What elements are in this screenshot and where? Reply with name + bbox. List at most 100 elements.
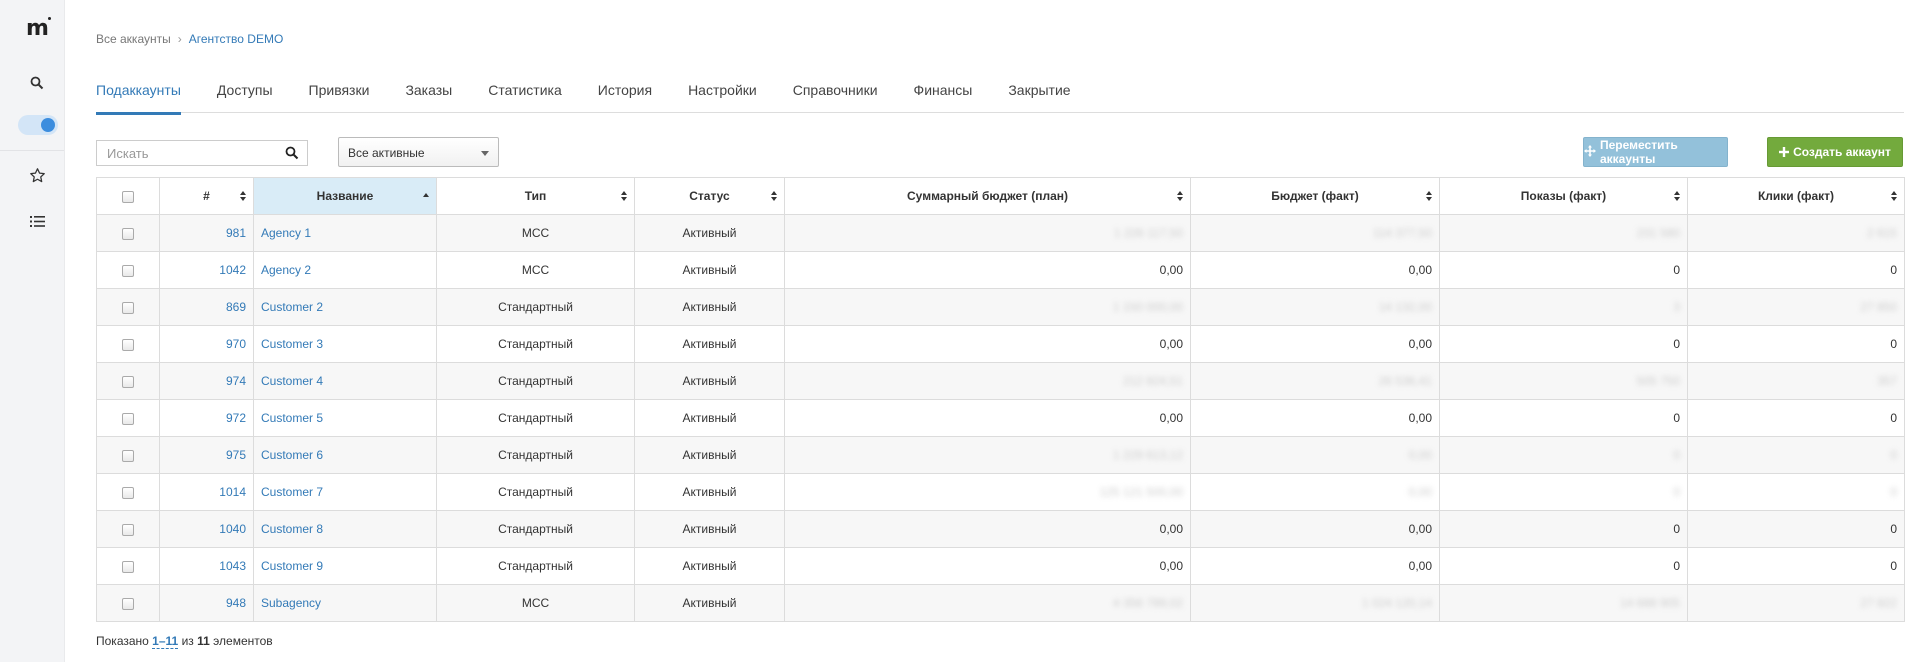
account-name-link[interactable]: Subagency — [261, 596, 321, 610]
table-row: 1040 Customer 8 Стандартный Активный 0,0… — [96, 510, 1905, 548]
budget-fact-cell: 0,00 — [1190, 473, 1440, 511]
budget-fact-value: 114 377,50 — [1372, 226, 1432, 240]
table-row: 972 Customer 5 Стандартный Активный 0,00… — [96, 399, 1905, 437]
row-checkbox[interactable] — [122, 449, 134, 462]
clicks-value: 27 822 — [1860, 596, 1897, 610]
account-id-link[interactable]: 981 — [226, 226, 246, 240]
header-status[interactable]: Статус — [634, 177, 785, 215]
clicks-value: 0 — [1890, 448, 1897, 462]
tab-statistics[interactable]: Статистика — [488, 82, 562, 113]
account-id-link[interactable]: 1042 — [219, 263, 246, 277]
budget-plan-value: 212 824,51 — [1122, 374, 1183, 388]
budget-plan-value: 1 226 117,50 — [1113, 226, 1183, 240]
budget-plan-cell: 0,00 — [784, 399, 1191, 437]
header-budget-plan[interactable]: Суммарный бюджет (план) — [784, 177, 1191, 215]
header-impressions[interactable]: Показы (факт) — [1439, 177, 1688, 215]
status-cell: Активный — [634, 436, 785, 474]
tab-references[interactable]: Справочники — [793, 82, 878, 113]
tab-settings[interactable]: Настройки — [688, 82, 757, 113]
account-name-link[interactable]: Customer 8 — [261, 522, 323, 536]
sort-icon — [1177, 191, 1183, 201]
type-cell: Стандартный — [436, 399, 635, 437]
row-checkbox[interactable] — [122, 338, 134, 351]
impressions-cell: 3 — [1439, 288, 1688, 326]
row-checkbox[interactable] — [122, 597, 134, 610]
type-cell: Стандартный — [436, 510, 635, 548]
account-id-link[interactable]: 974 — [226, 374, 246, 388]
search-input[interactable] — [97, 141, 277, 165]
status-filter-select[interactable]: Все активные — [338, 137, 499, 167]
budget-plan-value: 1 150 000,00 — [1112, 300, 1183, 314]
account-name-link[interactable]: Customer 6 — [261, 448, 323, 462]
header-name[interactable]: Название — [253, 177, 437, 215]
breadcrumb-all-accounts[interactable]: Все аккаунты — [96, 32, 171, 46]
account-name-link[interactable]: Customer 3 — [261, 337, 323, 351]
row-checkbox[interactable] — [122, 375, 134, 388]
account-id-link[interactable]: 975 — [226, 448, 246, 462]
header-clicks[interactable]: Клики (факт) — [1687, 177, 1905, 215]
impressions-cell: 231 580 — [1439, 214, 1688, 252]
tab-orders[interactable]: Заказы — [405, 82, 452, 113]
breadcrumb-current[interactable]: Агентство DEMO — [189, 32, 284, 46]
impressions-cell: 0 — [1439, 399, 1688, 437]
tab-closing[interactable]: Закрытие — [1008, 82, 1070, 113]
star-icon[interactable] — [28, 166, 46, 184]
impressions-cell: 505 750 — [1439, 362, 1688, 400]
account-name-link[interactable]: Customer 4 — [261, 374, 323, 388]
row-checkbox[interactable] — [122, 486, 134, 499]
summary-range[interactable]: 1–11 — [152, 634, 179, 649]
account-name-link[interactable]: Customer 2 — [261, 300, 323, 314]
toggle-knob — [41, 118, 55, 132]
account-id-link[interactable]: 869 — [226, 300, 246, 314]
impressions-value: 14 688 905 — [1619, 596, 1680, 610]
tab-bindings[interactable]: Привязки — [309, 82, 370, 113]
row-checkbox[interactable] — [122, 264, 134, 277]
move-accounts-button[interactable]: Переместить аккаунты — [1583, 137, 1728, 167]
account-id-link[interactable]: 970 — [226, 337, 246, 351]
tab-bar: Подаккаунты Доступы Привязки Заказы Стат… — [96, 82, 1904, 115]
name-cell: Customer 4 — [253, 362, 437, 400]
create-account-button[interactable]: Создать аккаунт — [1767, 137, 1903, 167]
sidebar-toggle-switch[interactable] — [18, 115, 58, 135]
account-id-link[interactable]: 1040 — [219, 522, 246, 536]
row-checkbox[interactable] — [122, 227, 134, 240]
list-icon[interactable] — [28, 212, 46, 230]
account-name-link[interactable]: Customer 5 — [261, 411, 323, 425]
tab-access[interactable]: Доступы — [217, 82, 273, 113]
summary-total: 11 — [197, 634, 210, 648]
budget-plan-cell: 4 356 789,02 — [784, 584, 1191, 622]
header-type[interactable]: Тип — [436, 177, 635, 215]
row-checkbox[interactable] — [122, 301, 134, 314]
account-id-link[interactable]: 972 — [226, 411, 246, 425]
budget-fact-cell: 0,00 — [1190, 325, 1440, 363]
account-name-link[interactable]: Agency 2 — [261, 263, 311, 277]
search-icon[interactable] — [28, 74, 46, 92]
status-cell: Активный — [634, 584, 785, 622]
account-id-link[interactable]: 1043 — [219, 559, 246, 573]
budget-plan-cell: 212 824,51 — [784, 362, 1191, 400]
header-id[interactable]: # — [159, 177, 254, 215]
tab-subaccounts[interactable]: Подаккаунты — [96, 82, 181, 115]
row-checkbox[interactable] — [122, 412, 134, 425]
row-checkbox[interactable] — [122, 523, 134, 536]
account-id-link[interactable]: 948 — [226, 596, 246, 610]
app-logo[interactable]: m — [26, 18, 49, 40]
account-id-link[interactable]: 1014 — [219, 485, 246, 499]
tab-history[interactable]: История — [598, 82, 652, 113]
budget-fact-cell: 0,00 — [1190, 251, 1440, 289]
status-cell: Активный — [634, 362, 785, 400]
row-select-cell — [96, 251, 160, 289]
account-name-link[interactable]: Customer 9 — [261, 559, 323, 573]
header-budget-fact[interactable]: Бюджет (факт) — [1190, 177, 1440, 215]
header-budget-plan-label: Суммарный бюджет (план) — [907, 189, 1068, 203]
search-icon[interactable] — [285, 146, 299, 160]
search-box — [96, 140, 308, 166]
table-row: 869 Customer 2 Стандартный Активный 1 15… — [96, 288, 1905, 326]
account-name-link[interactable]: Customer 7 — [261, 485, 323, 499]
budget-fact-value: 0,00 — [1408, 485, 1432, 499]
tab-finance[interactable]: Финансы — [914, 82, 973, 113]
row-checkbox[interactable] — [122, 560, 134, 573]
select-all-checkbox[interactable] — [122, 190, 134, 203]
table-row: 1043 Customer 9 Стандартный Активный 0,0… — [96, 547, 1905, 585]
account-name-link[interactable]: Agency 1 — [261, 226, 311, 240]
